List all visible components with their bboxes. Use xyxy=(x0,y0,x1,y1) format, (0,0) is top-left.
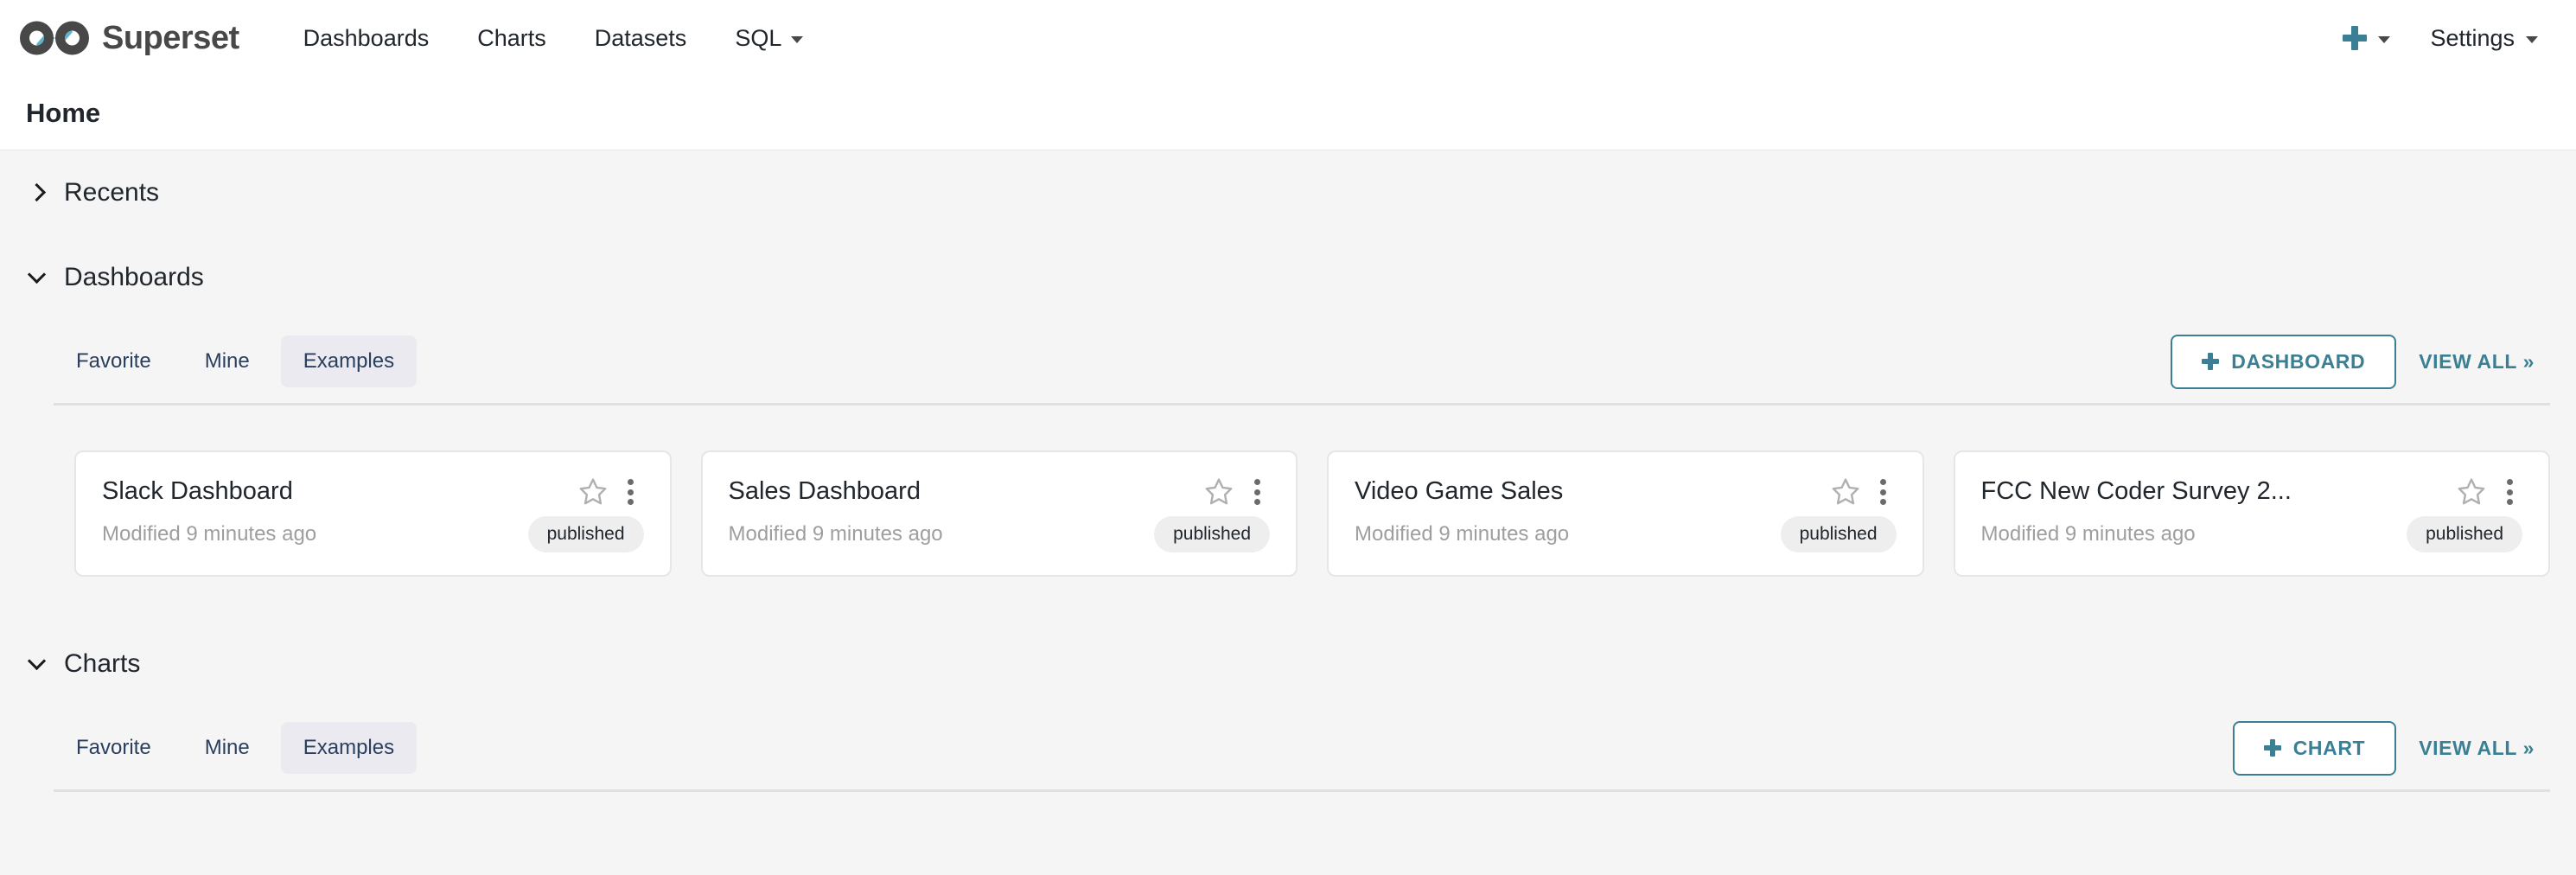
section-header-recents[interactable]: Recents xyxy=(0,150,2576,235)
chevron-down-icon xyxy=(26,653,48,675)
chevron-down-icon xyxy=(2378,36,2391,43)
chevron-down-icon xyxy=(2526,36,2538,43)
section-header-dashboards[interactable]: Dashboards xyxy=(0,235,2576,320)
primary-nav: Dashboards Charts Datasets SQL xyxy=(279,25,828,52)
tab-dashboards-favorite[interactable]: Favorite xyxy=(54,335,174,387)
dashboards-view-all-link[interactable]: VIEW ALL » xyxy=(2419,350,2550,374)
new-chart-button-label: CHART xyxy=(2292,736,2366,759)
more-vertical-icon[interactable] xyxy=(1244,476,1270,508)
settings-menu-label: Settings xyxy=(2430,24,2515,51)
star-outline-icon[interactable] xyxy=(1831,476,1860,510)
status-badge: published xyxy=(1154,516,1270,552)
chevron-right-icon xyxy=(26,182,48,204)
brand-name: Superset xyxy=(102,19,239,56)
section-title-dashboards: Dashboards xyxy=(64,263,204,291)
card-header: FCC New Coder Survey 2... xyxy=(1981,476,2523,510)
page-title-bar: Home xyxy=(0,76,2576,150)
status-badge: published xyxy=(1780,516,1897,552)
chevron-down-icon xyxy=(791,36,804,43)
page-title: Home xyxy=(26,97,101,128)
dashboard-card-title: Slack Dashboard xyxy=(102,477,293,505)
dashboard-card-modified: Modified 9 minutes ago xyxy=(728,522,943,546)
card-footer: Modified 9 minutes ago published xyxy=(1355,516,1897,552)
dashboard-card-modified: Modified 9 minutes ago xyxy=(1355,522,1570,546)
dashboards-panel: Favorite Mine Examples DASHBOARD VIEW AL… xyxy=(0,320,2576,403)
tab-dashboards-mine[interactable]: Mine xyxy=(182,335,272,387)
card-header: Sales Dashboard xyxy=(729,476,1271,510)
new-chart-button[interactable]: CHART xyxy=(2232,720,2397,776)
dashboard-card-title: Sales Dashboard xyxy=(728,477,921,505)
card-footer: Modified 9 minutes ago published xyxy=(102,516,644,552)
charts-view-all-link[interactable]: VIEW ALL » xyxy=(2419,737,2550,760)
dashboard-card-title: FCC New Coder Survey 2... xyxy=(1980,477,2292,505)
nav-item-sql[interactable]: SQL xyxy=(711,25,827,52)
dashboards-card-grid: Slack Dashboard Modified 9 minutes ago p… xyxy=(0,406,2576,622)
brand-home-link[interactable]: Superset xyxy=(19,18,239,58)
charts-tab-row: Favorite Mine Examples CHART VIEW ALL » xyxy=(54,706,2550,789)
status-badge: published xyxy=(527,516,644,552)
status-badge: published xyxy=(2407,516,2522,552)
dashboards-tabs: Favorite Mine Examples xyxy=(54,335,418,387)
charts-tabs: Favorite Mine Examples xyxy=(54,722,418,774)
dashboards-tab-row: Favorite Mine Examples DASHBOARD VIEW AL… xyxy=(54,320,2550,403)
tab-charts-mine[interactable]: Mine xyxy=(182,722,272,774)
new-dashboard-button[interactable]: DASHBOARD xyxy=(2171,334,2397,389)
dashboard-card-modified: Modified 9 minutes ago xyxy=(102,522,317,546)
more-vertical-icon[interactable] xyxy=(2496,476,2522,508)
star-outline-icon[interactable] xyxy=(1204,476,1234,510)
plus-icon xyxy=(2263,739,2281,757)
star-outline-icon[interactable] xyxy=(578,476,608,510)
charts-panel: Favorite Mine Examples CHART VIEW ALL » xyxy=(0,706,2576,789)
plus-icon xyxy=(2202,353,2220,370)
dashboard-card[interactable]: FCC New Coder Survey 2... Modified 9 min… xyxy=(1953,450,2550,577)
plus-icon xyxy=(2343,26,2368,50)
card-header: Slack Dashboard xyxy=(102,476,644,510)
card-footer: Modified 9 minutes ago published xyxy=(728,516,1270,552)
chevron-down-icon xyxy=(26,266,48,289)
charts-actions: CHART VIEW ALL » xyxy=(2232,720,2550,776)
dashboard-card-modified: Modified 9 minutes ago xyxy=(1980,522,2196,546)
card-header: Video Game Sales xyxy=(1355,476,1897,510)
section-title-recents: Recents xyxy=(64,178,160,207)
dashboard-card[interactable]: Slack Dashboard Modified 9 minutes ago p… xyxy=(74,450,672,577)
nav-item-dashboards[interactable]: Dashboards xyxy=(279,25,454,52)
dashboard-card[interactable]: Sales Dashboard Modified 9 minutes ago p… xyxy=(700,450,1298,577)
nav-item-dashboards-label: Dashboards xyxy=(303,24,430,51)
dashboard-card[interactable]: Video Game Sales Modified 9 minutes ago … xyxy=(1327,450,1924,577)
dashboards-actions: DASHBOARD VIEW ALL » xyxy=(2171,334,2550,389)
tab-charts-examples[interactable]: Examples xyxy=(280,722,418,774)
tab-charts-favorite[interactable]: Favorite xyxy=(54,722,174,774)
new-item-menu[interactable] xyxy=(2343,26,2391,50)
section-title-charts: Charts xyxy=(64,649,141,678)
nav-item-datasets[interactable]: Datasets xyxy=(571,25,711,52)
card-footer: Modified 9 minutes ago published xyxy=(1980,516,2522,552)
nav-item-charts-label: Charts xyxy=(477,24,546,51)
top-navbar: Superset Dashboards Charts Datasets SQL … xyxy=(0,0,2576,76)
section-header-charts[interactable]: Charts xyxy=(0,622,2576,706)
home-content: Recents Dashboards Favorite Mine Example… xyxy=(0,150,2576,792)
dashboard-card-title: Video Game Sales xyxy=(1355,477,1564,505)
superset-infinity-logo-icon xyxy=(19,18,90,58)
settings-menu[interactable]: Settings xyxy=(2430,25,2538,52)
nav-item-sql-label: SQL xyxy=(735,24,782,51)
tab-dashboards-examples[interactable]: Examples xyxy=(280,335,418,387)
more-vertical-icon[interactable] xyxy=(1871,476,1897,508)
nav-item-charts[interactable]: Charts xyxy=(453,25,571,52)
star-outline-icon[interactable] xyxy=(2457,476,2486,510)
new-dashboard-button-label: DASHBOARD xyxy=(2231,349,2366,373)
navbar-right-actions: Settings xyxy=(2343,25,2538,52)
charts-divider xyxy=(54,789,2550,792)
more-vertical-icon[interactable] xyxy=(618,476,644,508)
nav-item-datasets-label: Datasets xyxy=(594,24,687,51)
